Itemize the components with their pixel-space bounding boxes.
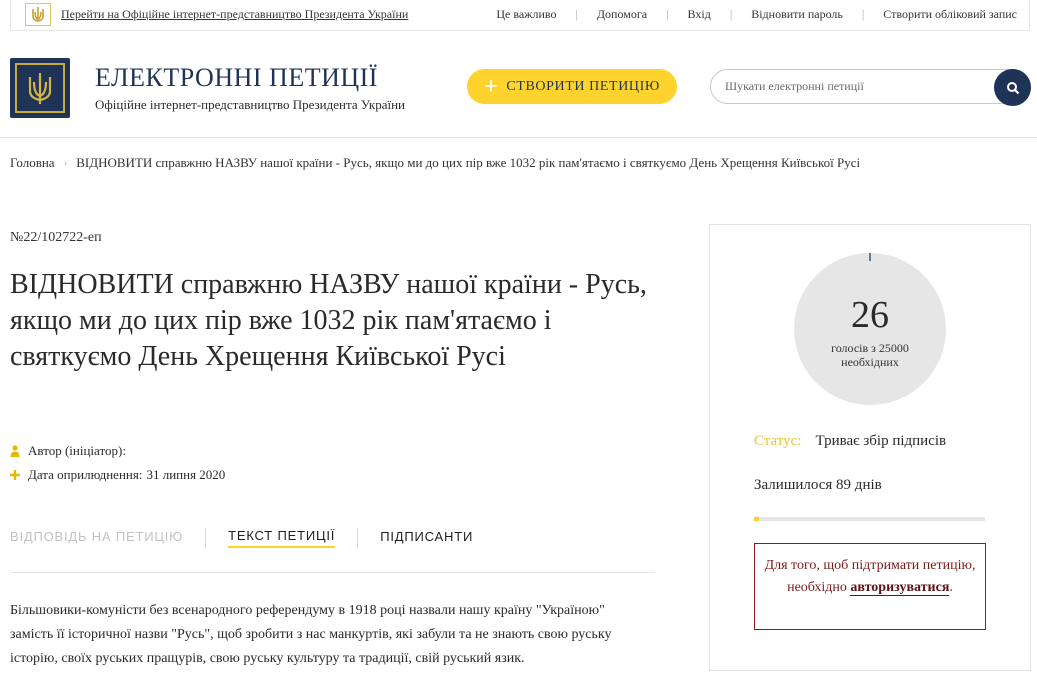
top-bar: Перейти на Офіційне інтернет-представниц…: [10, 0, 1030, 31]
important-link[interactable]: Це важливо: [496, 7, 556, 22]
author-label: Автор (ініціатор):: [28, 443, 126, 458]
site-subtitle: Офіційне інтернет-представництво Президе…: [95, 97, 406, 112]
register-link[interactable]: Створити обліковий запис: [883, 7, 1017, 22]
authorize-link[interactable]: авторизуватися: [850, 580, 950, 596]
petition-text: Більшовики-комуністи без всенародного ре…: [10, 603, 612, 666]
petition-author: Автор (ініціатор):: [10, 443, 126, 459]
nav-separator: |: [666, 7, 669, 21]
status-value: Триває збір підписів: [815, 433, 947, 449]
tab-separator: [357, 528, 359, 548]
login-link[interactable]: Вхід: [688, 7, 711, 22]
search-input[interactable]: [725, 79, 985, 94]
auth-notice-tail: .: [949, 580, 953, 595]
plus-small-icon: [10, 470, 22, 480]
tab-text[interactable]: ТЕКСТ ПЕТИЦІЇ: [228, 528, 336, 548]
header-divider: [0, 137, 1037, 138]
trident-logo-icon: [15, 63, 65, 113]
auth-notice: Для того, щоб підтримати петицію, необхі…: [754, 543, 986, 630]
petition-tabs: ВІДПОВІДЬ НА ПЕТИЦІЮ ТЕКСТ ПЕТИЦІЇ ПІДПИ…: [10, 528, 473, 548]
status-label: Статус:: [754, 433, 802, 449]
search-box: [710, 69, 1031, 106]
breadcrumb-current: ВІДНОВИТИ справжню НАЗВУ нашої країни - …: [76, 155, 861, 170]
nav-separator: |: [729, 7, 733, 21]
tabs-divider: [10, 572, 655, 573]
search-icon: [1006, 81, 1019, 94]
petition-sidebar: 26 голосів з 25000 необхідних Статус: Тр…: [709, 224, 1031, 671]
vote-count: 26: [851, 294, 889, 336]
plus-icon: +: [484, 73, 499, 100]
site-title[interactable]: ЕЛЕКТРОННІ ПЕТИЦІЇ: [95, 63, 378, 93]
date-label: Дата оприлюднення:: [28, 467, 143, 482]
nav-separator: |: [861, 7, 865, 21]
nav-separator: |: [575, 7, 578, 21]
date-value: 31 липня 2020: [146, 467, 226, 482]
days-progress-bar: [754, 517, 985, 521]
help-link[interactable]: Допомога: [597, 7, 647, 22]
create-petition-label: СТВОРИТИ ПЕТИЦІЮ: [506, 78, 660, 94]
breadcrumb-home[interactable]: Головна: [10, 155, 55, 171]
petition-title: ВІДНОВИТИ справжню НАЗВУ нашої країни - …: [10, 269, 647, 372]
site-logo[interactable]: [10, 58, 70, 118]
president-site-link[interactable]: Перейти на Офіційне інтернет-представниц…: [61, 7, 408, 22]
user-icon: [10, 445, 22, 457]
petition-number: №22/102722-еп: [10, 230, 102, 245]
petition-date: Дата оприлюднення: 31 липня 2020: [10, 467, 225, 483]
vote-caption: голосів з 25000 необхідних: [831, 341, 909, 369]
chevron-right-icon: ›: [63, 157, 68, 169]
tab-separator: [205, 528, 207, 548]
create-petition-button[interactable]: + СТВОРИТИ ПЕТИЦІЮ: [467, 69, 677, 104]
trident-emblem-icon: [25, 3, 51, 26]
breadcrumb: Головна › ВІДНОВИТИ справжню НАЗВУ нашої…: [10, 155, 860, 171]
search-button[interactable]: [994, 69, 1031, 106]
days-remaining: Залишилося 89 днів: [754, 477, 882, 493]
top-nav: Це важливо | Допомога | Вхід | Відновити…: [496, 7, 1017, 22]
tab-signers[interactable]: ПІДПИСАНТИ: [380, 529, 473, 547]
vote-counter: 26 голосів з 25000 необхідних: [794, 253, 946, 405]
tab-answer[interactable]: ВІДПОВІДЬ НА ПЕТИЦІЮ: [10, 529, 183, 547]
status-row: Статус: Триває збір підписів: [754, 433, 946, 450]
days-progress-fill: [754, 517, 759, 521]
vote-progress-tick: [869, 253, 871, 261]
restore-password-link[interactable]: Відновити пароль: [751, 7, 843, 22]
